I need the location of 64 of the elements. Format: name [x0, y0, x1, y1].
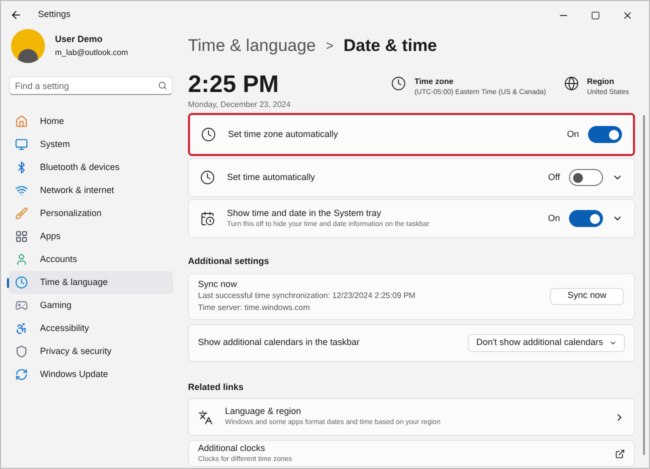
sidebar-item[interactable]: Bluetooth & devices [9, 156, 173, 179]
toggle-state: Off [548, 170, 560, 184]
scrollbar[interactable] [643, 115, 645, 455]
selection-indicator [7, 278, 9, 288]
sidebar-item[interactable]: Accounts [9, 248, 173, 271]
calendar-dropdown[interactable]: Don't show additional calendars [468, 334, 625, 352]
sidebar-item[interactable]: Gaming [9, 294, 173, 317]
close-icon[interactable] [622, 10, 633, 20]
breadcrumb-separator: > [326, 37, 334, 56]
bluetooth-icon [15, 161, 28, 174]
calendar-clock-icon [200, 211, 215, 226]
breadcrumb-link[interactable]: Time & language [188, 33, 316, 59]
search-field[interactable]: Find a setting [9, 76, 173, 95]
avatar [11, 29, 45, 63]
setting-title: Show time and date in the System tray [227, 206, 382, 220]
sidebar-item[interactable]: Apps [9, 225, 173, 248]
sidebar-item[interactable]: Network & internet [9, 179, 173, 202]
user-email: m_lab@outlook.com [55, 46, 128, 59]
search-icon[interactable] [158, 81, 167, 90]
gamepad-icon [15, 299, 28, 312]
sidebar-item[interactable]: Privacy & security [9, 340, 173, 363]
toggle-state: On [548, 212, 560, 225]
clock-icon [200, 170, 215, 185]
section-heading: Related links [188, 380, 245, 394]
language-icon [198, 410, 213, 424]
toggle-switch[interactable] [569, 210, 603, 227]
apps-icon [15, 230, 28, 243]
toggle-switch[interactable] [569, 169, 603, 186]
monitor-icon [15, 138, 28, 151]
shield-icon [15, 345, 28, 358]
setting-title: Set time zone automatically [228, 128, 338, 141]
accessibility-icon [15, 322, 28, 335]
sidebar-item[interactable]: Accessibility [9, 317, 173, 340]
section-heading: Additional settings [188, 255, 270, 268]
page-title: Date & time [343, 35, 438, 58]
brush-icon [15, 207, 28, 220]
link-title: Additional clocks [198, 442, 266, 454]
toggle-switch[interactable] [588, 126, 622, 143]
current-date: Monday, December 23, 2024 [188, 99, 291, 111]
setting-title: Sync now [198, 278, 238, 290]
window-title: Settings [38, 8, 71, 22]
setting-title: Set time automatically [227, 170, 316, 184]
maximize-icon[interactable] [591, 10, 600, 20]
person-icon [15, 253, 28, 266]
sidebar-item[interactable]: Personalization [9, 202, 173, 225]
user-name: User Demo [55, 33, 104, 46]
info-label: Time zone [414, 76, 454, 88]
external-link-icon [615, 448, 625, 458]
sync-now-button[interactable]: Sync now [550, 288, 624, 304]
info-label: Region [586, 76, 616, 88]
globe-icon [564, 76, 579, 91]
setting-title: Show additional calendars in the taskbar [198, 336, 360, 349]
sidebar-item[interactable]: Time & language [9, 271, 173, 294]
sidebar-item[interactable]: Home [9, 110, 173, 133]
back-icon[interactable] [10, 9, 22, 21]
link-title: Language & region [225, 406, 302, 417]
home-icon [15, 115, 28, 128]
toggle-state: On [566, 128, 579, 141]
sidebar-item[interactable]: Windows Update [9, 363, 173, 386]
sidebar-item[interactable]: System [9, 133, 173, 156]
setting-description: Last successful time synchronization: 12/23/2024 2:25:09 PM [198, 290, 416, 302]
setting-description: Time server: time.windows.com [198, 302, 311, 314]
current-time: 2:25 PM [188, 71, 280, 99]
update-icon [15, 368, 28, 381]
